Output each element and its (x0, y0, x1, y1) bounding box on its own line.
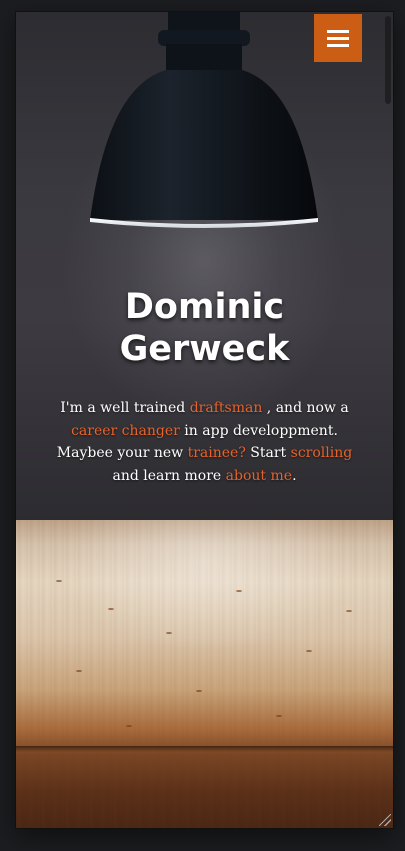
wood-knot (108, 608, 114, 610)
resize-grip-icon[interactable] (379, 814, 391, 826)
intro-text: and learn more (112, 467, 226, 484)
about-me-link[interactable]: about me (226, 468, 292, 484)
pendant-lamp-icon (90, 12, 318, 228)
title-first-name: Dominic (124, 287, 285, 327)
wood-knot (236, 590, 242, 592)
trainee-link[interactable]: trainee? (188, 445, 246, 461)
wood-knot (196, 690, 202, 692)
wood-knot (56, 580, 62, 582)
intro-text: . (292, 467, 297, 484)
page-title: Dominic Gerweck (16, 286, 393, 370)
wood-knot (276, 715, 282, 717)
wood-knot (126, 725, 132, 727)
wood-knot (166, 632, 172, 634)
draftsman-link[interactable]: draftsman (190, 400, 263, 416)
intro-paragraph: I'm a well trained draftsman , and now a… (56, 397, 353, 487)
career-changer-link[interactable]: career changer (71, 423, 180, 439)
scrollbar-thumb[interactable] (385, 16, 391, 104)
intro-text: I'm a well trained (60, 400, 190, 416)
intro-text: Start (245, 445, 291, 461)
page-viewport: Dominic Gerweck I'm a well trained draft… (16, 12, 393, 828)
scrolling-link[interactable]: scrolling (291, 445, 353, 461)
wood-knot (346, 610, 352, 612)
menu-button[interactable] (314, 14, 362, 62)
wood-knot (306, 650, 312, 652)
wood-knot (76, 670, 82, 672)
title-last-name: Gerweck (119, 329, 290, 369)
table-light-reflection (56, 520, 356, 670)
table-front-edge (16, 746, 393, 752)
intro-text: , and now a (262, 400, 349, 416)
wooden-table-surface (16, 520, 393, 828)
